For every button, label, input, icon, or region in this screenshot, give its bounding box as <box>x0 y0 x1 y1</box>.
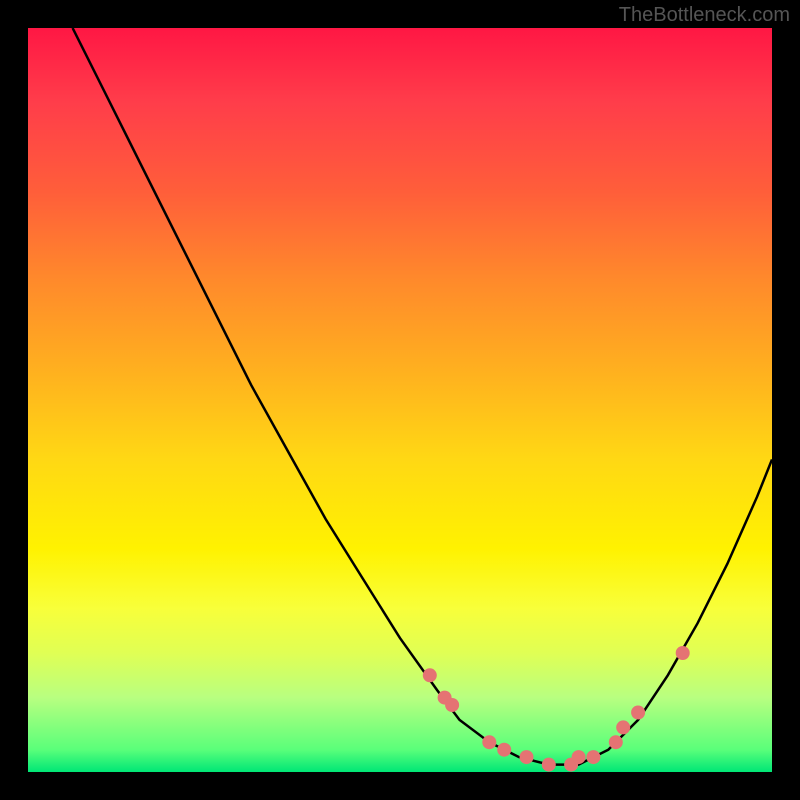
data-point <box>676 646 690 660</box>
data-point <box>572 750 586 764</box>
curve-path <box>73 28 772 765</box>
data-point <box>586 750 600 764</box>
data-point <box>609 735 623 749</box>
data-point <box>616 720 630 734</box>
data-point <box>631 706 645 720</box>
chart-plot-area <box>28 28 772 772</box>
data-point <box>445 698 459 712</box>
highlight-points <box>423 646 690 772</box>
bottleneck-curve <box>73 28 772 765</box>
data-point <box>520 750 534 764</box>
data-point <box>482 735 496 749</box>
data-point <box>497 743 511 757</box>
watermark-text: TheBottleneck.com <box>619 4 790 27</box>
data-point <box>542 758 556 772</box>
data-point <box>423 668 437 682</box>
chart-svg <box>28 28 772 772</box>
